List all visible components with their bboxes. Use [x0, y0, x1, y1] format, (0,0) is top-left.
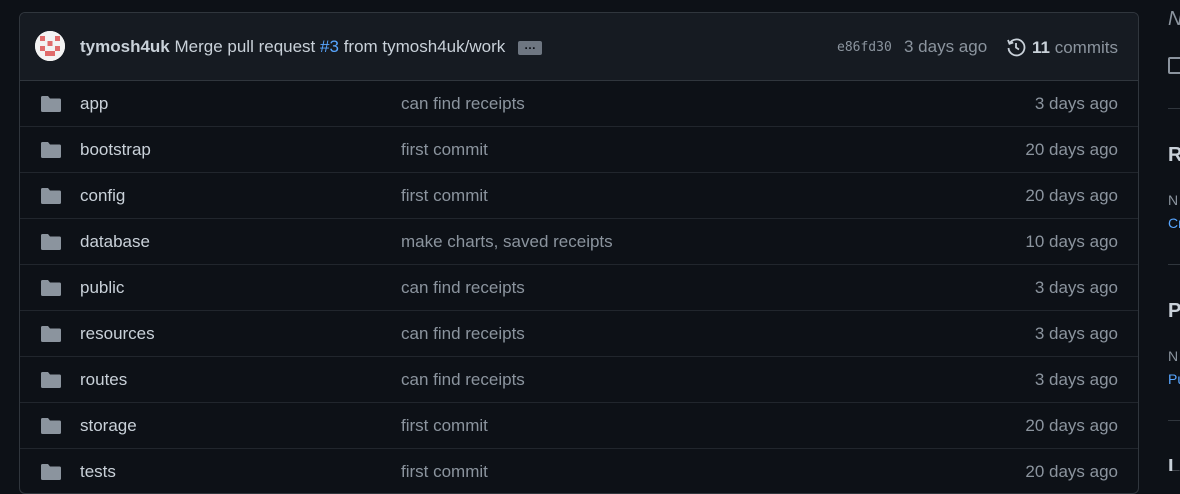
file-row[interactable]: storage first commit 20 days ago [20, 402, 1138, 448]
folder-icon [40, 95, 62, 118]
expand-message-button[interactable]: … [517, 39, 542, 55]
commit-history-link[interactable]: 11 commits [1006, 37, 1118, 58]
sidebar-heading-packages: P [1168, 300, 1180, 322]
folder-icon [40, 233, 62, 256]
file-commit-message-link[interactable]: can find receipts [401, 94, 525, 114]
file-commit-message-link[interactable]: can find receipts [401, 370, 525, 390]
folder-icon [40, 279, 62, 302]
file-row[interactable]: routes can find receipts 3 days ago [20, 356, 1138, 402]
file-name-link[interactable]: resources [80, 324, 155, 344]
file-commit-time: 3 days ago [1034, 324, 1118, 343]
file-commit-time: 20 days ago [1025, 462, 1118, 481]
file-commit-message-link[interactable]: first commit [401, 186, 488, 206]
file-commit-message-link[interactable]: make charts, saved receipts [401, 232, 613, 252]
file-row[interactable]: public can find receipts 3 days ago [20, 264, 1138, 310]
sidebar-publish-package-link[interactable]: Pu [1168, 371, 1180, 387]
commits-label: commits [1054, 38, 1118, 57]
file-row[interactable]: resources can find receipts 3 days ago [20, 310, 1138, 356]
file-name-link[interactable]: bootstrap [80, 140, 151, 160]
commit-time: 3 days ago [904, 37, 988, 56]
folder-icon [40, 141, 62, 164]
file-name-link[interactable]: app [80, 94, 108, 114]
file-name-link[interactable]: config [80, 186, 125, 206]
commit-message-prefix[interactable]: Merge pull request [174, 37, 315, 56]
file-commit-time: 3 days ago [1034, 94, 1118, 113]
file-row[interactable]: bootstrap first commit 20 days ago [20, 126, 1138, 172]
file-commit-time: 20 days ago [1025, 140, 1118, 159]
file-browser: tymosh4uk Merge pull request #3 from tym… [19, 12, 1139, 494]
file-row[interactable]: app can find receipts 3 days ago [20, 81, 1138, 126]
file-commit-message-link[interactable]: can find receipts [401, 278, 525, 298]
history-icon [1007, 38, 1026, 57]
folder-icon [40, 371, 62, 394]
commit-author[interactable]: tymosh4uk [80, 37, 170, 56]
file-commit-time: 20 days ago [1025, 186, 1118, 205]
folder-icon [40, 463, 62, 486]
file-row[interactable]: tests first commit 20 days ago [20, 448, 1138, 493]
file-commit-time: 3 days ago [1034, 278, 1118, 297]
latest-commit-bar: tymosh4uk Merge pull request #3 from tym… [20, 13, 1138, 81]
commit-message-suffix[interactable]: from tymosh4uk/work [344, 37, 506, 56]
file-name-link[interactable]: storage [80, 416, 137, 436]
sidebar-divider [1168, 264, 1180, 265]
file-row[interactable]: config first commit 20 days ago [20, 172, 1138, 218]
file-name-link[interactable]: tests [80, 462, 116, 482]
file-commit-time: 3 days ago [1034, 370, 1118, 389]
sidebar: N R N Cr P N Pu L [1152, 0, 1180, 471]
sidebar-releases-text: N [1168, 192, 1179, 208]
file-name-link[interactable]: public [80, 278, 124, 298]
readme-icon[interactable] [1168, 57, 1180, 74]
avatar[interactable] [35, 31, 65, 61]
file-commit-time: 10 days ago [1025, 232, 1118, 251]
sidebar-divider [1168, 108, 1180, 109]
file-name-link[interactable]: database [80, 232, 150, 252]
sidebar-packages-text: N [1168, 348, 1179, 364]
file-commit-time: 20 days ago [1025, 416, 1118, 435]
sidebar-create-release-link[interactable]: Cr [1168, 215, 1180, 231]
file-commit-message-link[interactable]: can find receipts [401, 324, 525, 344]
file-name-link[interactable]: routes [80, 370, 127, 390]
pull-request-link[interactable]: #3 [320, 37, 339, 56]
sidebar-divider [1168, 420, 1180, 421]
file-commit-message-link[interactable]: first commit [401, 462, 488, 482]
folder-icon [40, 417, 62, 440]
commit-sha[interactable]: e86fd30 [837, 40, 892, 55]
commit-message: tymosh4uk Merge pull request #3 from tym… [80, 37, 542, 57]
file-commit-message-link[interactable]: first commit [401, 416, 488, 436]
file-row[interactable]: database make charts, saved receipts 10 da… [20, 218, 1138, 264]
commit-count: 11 [1032, 38, 1050, 57]
file-commit-message-link[interactable]: first commit [401, 140, 488, 160]
folder-icon [40, 187, 62, 210]
sidebar-heading-releases: R [1168, 144, 1180, 166]
folder-icon [40, 325, 62, 348]
sidebar-heading-languages: L [1168, 456, 1180, 471]
sidebar-heading-about: N [1168, 8, 1180, 31]
